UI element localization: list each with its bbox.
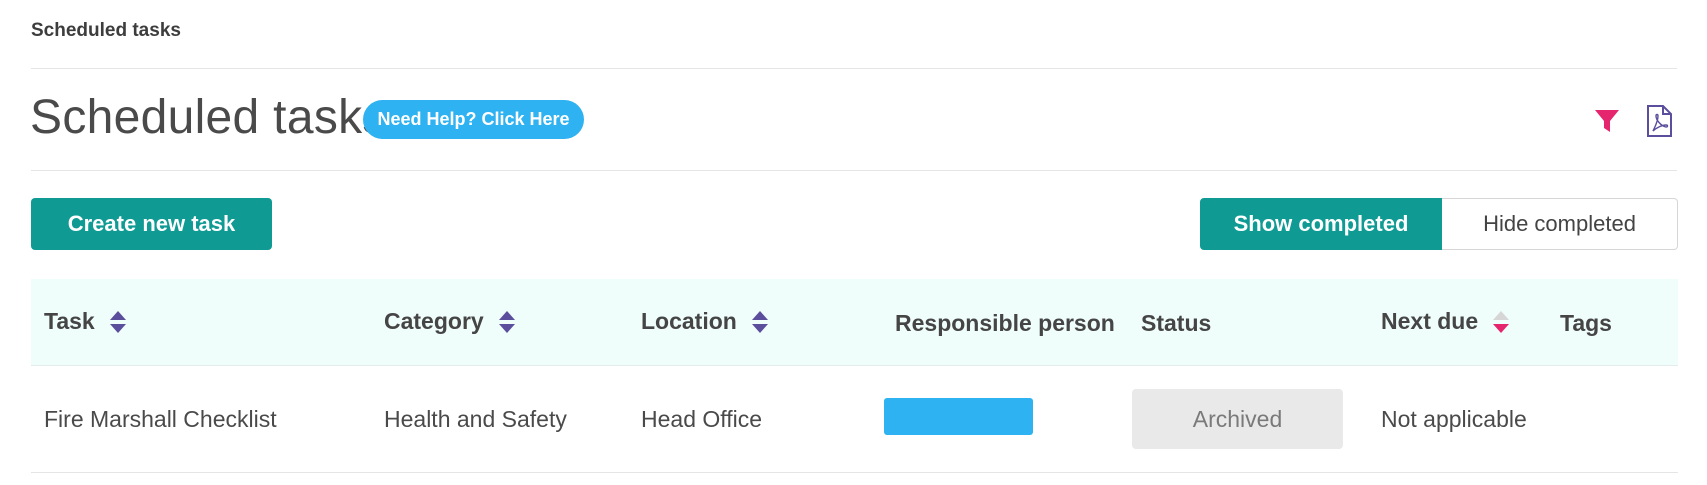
column-header-task[interactable]: Task — [44, 308, 127, 335]
sort-descending-icon[interactable] — [1492, 309, 1510, 335]
completed-toggle: Show completed Hide completed — [1200, 198, 1678, 250]
hide-completed-button[interactable]: Hide completed — [1442, 198, 1678, 250]
filter-icon[interactable] — [1590, 104, 1624, 138]
show-completed-button[interactable]: Show completed — [1200, 198, 1442, 250]
next-due-cell: Not applicable — [1381, 406, 1527, 432]
sort-icon[interactable] — [109, 309, 127, 335]
column-label: Next due — [1381, 308, 1479, 334]
column-header-responsible-person: Responsible person — [895, 310, 1115, 337]
sort-icon[interactable] — [498, 309, 516, 335]
column-header-tags: Tags — [1560, 310, 1612, 337]
column-label: Status — [1141, 310, 1212, 336]
column-label: Responsible person — [895, 310, 1115, 336]
column-header-status: Status — [1141, 310, 1211, 337]
column-header-location[interactable]: Location — [641, 308, 769, 335]
table-header: Task Category Location Responsible perso… — [31, 279, 1678, 366]
pdf-file-icon[interactable] — [1642, 104, 1676, 138]
create-new-task-button[interactable]: Create new task — [31, 198, 272, 250]
pdf-file-icon-graphic — [1647, 105, 1672, 137]
status-badge: Archived — [1132, 389, 1343, 449]
location-cell: Head Office — [641, 406, 763, 432]
table-row[interactable]: Fire Marshall Checklist Health and Safet… — [31, 366, 1678, 473]
page-title: Scheduled tasks — [30, 91, 387, 144]
category-cell: Health and Safety — [384, 406, 567, 432]
column-header-category[interactable]: Category — [384, 308, 516, 335]
responsible-person-badge — [884, 398, 1033, 435]
column-label: Tags — [1560, 310, 1612, 336]
page: Scheduled tasks Scheduled tasks Need Hel… — [0, 0, 1707, 485]
tasks-table: Task Category Location Responsible perso… — [31, 279, 1678, 473]
divider — [31, 68, 1677, 69]
breadcrumb[interactable]: Scheduled tasks — [31, 20, 181, 42]
sort-icon[interactable] — [751, 309, 769, 335]
task-cell[interactable]: Fire Marshall Checklist — [44, 406, 277, 433]
filter-icon-graphic — [1595, 110, 1619, 132]
column-header-next-due[interactable]: Next due — [1381, 308, 1510, 335]
column-label: Category — [384, 308, 484, 334]
column-label: Task — [44, 308, 95, 334]
need-help-button[interactable]: Need Help? Click Here — [363, 100, 584, 139]
divider — [31, 170, 1677, 171]
column-label: Location — [641, 308, 737, 334]
